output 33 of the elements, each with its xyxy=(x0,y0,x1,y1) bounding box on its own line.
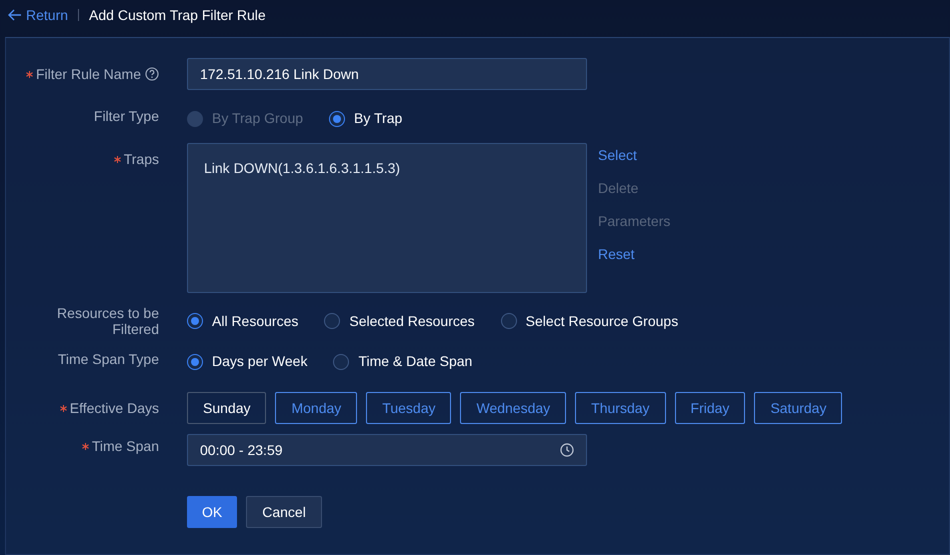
day-toggle-button[interactable]: Monday xyxy=(275,392,358,424)
return-link[interactable]: Return xyxy=(8,4,68,26)
time-range-field[interactable]: 00:00 - 23:59 xyxy=(187,434,587,466)
trap-list-item[interactable]: Link DOWN(1.3.6.1.6.3.1.1.5.3) xyxy=(204,158,570,179)
action-link[interactable]: Reset xyxy=(598,244,670,265)
day-toggle-button[interactable]: Tuesday xyxy=(366,392,452,424)
day-toggle-button[interactable]: Sunday xyxy=(187,392,266,424)
field-label: Time Span xyxy=(6,434,159,466)
field-label: Effective Days xyxy=(6,400,159,416)
help-icon[interactable] xyxy=(145,66,159,81)
back-arrow-icon xyxy=(8,9,22,21)
action-link[interactable]: Select xyxy=(598,145,670,166)
day-toggle-button[interactable]: Friday xyxy=(674,392,746,424)
radio-option[interactable]: All Resources xyxy=(187,310,298,332)
field-label: Filter Rule Name xyxy=(6,66,159,82)
day-toggle-button[interactable]: Wednesday xyxy=(460,392,566,424)
trap-list-box[interactable]: Link DOWN(1.3.6.1.6.3.1.1.5.3) xyxy=(187,143,587,293)
radio-option[interactable]: Time & Date Span xyxy=(333,351,472,372)
radio-option[interactable]: Selected Resources xyxy=(324,310,475,332)
field-label: Traps xyxy=(6,143,159,293)
field-label: Time Span Type xyxy=(56,351,159,370)
text-input-field[interactable]: 172.51.10.216 Link Down xyxy=(187,58,587,90)
radio-option[interactable]: Days per Week xyxy=(187,351,308,372)
field-label: Filter Type xyxy=(92,108,159,126)
page-title: Add Custom Trap Filter Rule xyxy=(89,6,266,25)
field-label: Resources to be Filtered xyxy=(56,305,159,338)
cancel-button[interactable]: Cancel xyxy=(246,496,322,528)
clock-icon xyxy=(560,443,574,458)
ok-button[interactable]: OK xyxy=(187,496,238,528)
radio-option[interactable]: Select Resource Groups xyxy=(500,310,678,332)
day-toggle-button[interactable]: Thursday xyxy=(575,392,666,424)
day-toggle-button[interactable]: Saturday xyxy=(754,392,842,424)
radio-option[interactable]: By Trap xyxy=(329,108,402,129)
